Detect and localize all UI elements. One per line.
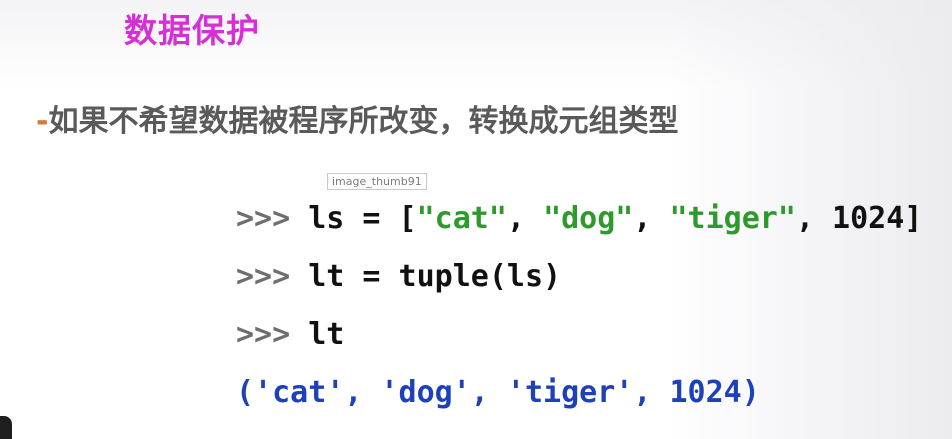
image-tooltip: image_thumb91: [327, 173, 427, 190]
code-text: , 1024]: [795, 201, 923, 236]
code-line-3: >>> lt: [236, 318, 344, 352]
string-literal: "dog": [543, 201, 634, 236]
bullet-point: -如果不希望数据被程序所改变，转换成元组类型: [36, 96, 678, 140]
prompt: >>>: [236, 317, 309, 352]
corner-handle: [0, 416, 12, 439]
slide: 数据保护 -如果不希望数据被程序所改变，转换成元组类型 image_thumb9…: [0, 0, 952, 439]
code-line-2: >>> lt = tuple(ls): [236, 260, 561, 294]
code-text: ls = [: [308, 201, 417, 236]
code-output: ('cat', 'dog', 'tiger', 1024): [236, 376, 760, 410]
string-literal: "tiger": [669, 201, 796, 236]
code-text: ,: [633, 201, 670, 236]
string-literal: "cat": [416, 201, 507, 236]
code-line-1: >>> ls = ["cat", "dog", "tiger", 1024]: [236, 202, 922, 236]
code-text: lt = tuple(ls): [308, 259, 562, 294]
bullet-dash: -: [36, 104, 49, 139]
code-text: lt: [308, 317, 345, 352]
prompt: >>>: [236, 201, 309, 236]
bullet-text: 如果不希望数据被程序所改变，转换成元组类型: [48, 104, 679, 139]
slide-title: 数据保护: [124, 11, 260, 50]
code-text: ,: [506, 201, 544, 236]
output-text: ('cat', 'dog', 'tiger', 1024): [236, 375, 760, 410]
prompt: >>>: [236, 259, 309, 294]
